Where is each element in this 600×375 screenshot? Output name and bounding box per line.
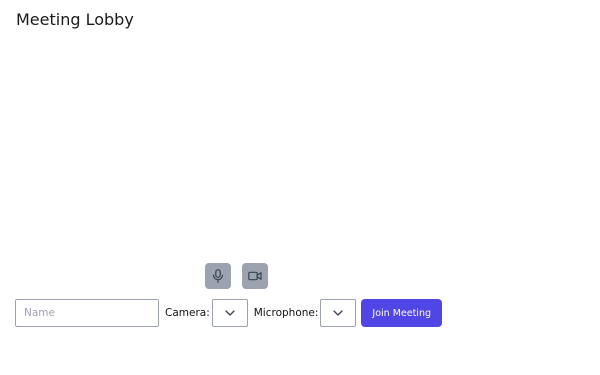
join-controls-row: Camera: Microphone: Join Meeting [15, 299, 443, 327]
microphone-toggle-button[interactable] [205, 263, 231, 289]
camera-select[interactable] [211, 299, 248, 327]
microphone-select[interactable] [320, 299, 357, 327]
page-title: Meeting Lobby [16, 10, 134, 29]
camera-label: Camera: [165, 307, 210, 319]
meeting-lobby-page: Meeting Lobby Camera: Microphone: Joi [0, 0, 600, 375]
microphone-label: Microphone: [253, 307, 319, 319]
microphone-icon [212, 269, 224, 283]
name-input[interactable] [15, 299, 159, 327]
chevron-down-icon [333, 310, 344, 316]
video-camera-icon [248, 271, 262, 281]
video-preview-area [16, 40, 426, 252]
camera-toggle-button[interactable] [242, 263, 268, 289]
join-meeting-button[interactable]: Join Meeting [361, 299, 443, 327]
chevron-down-icon [225, 310, 235, 316]
